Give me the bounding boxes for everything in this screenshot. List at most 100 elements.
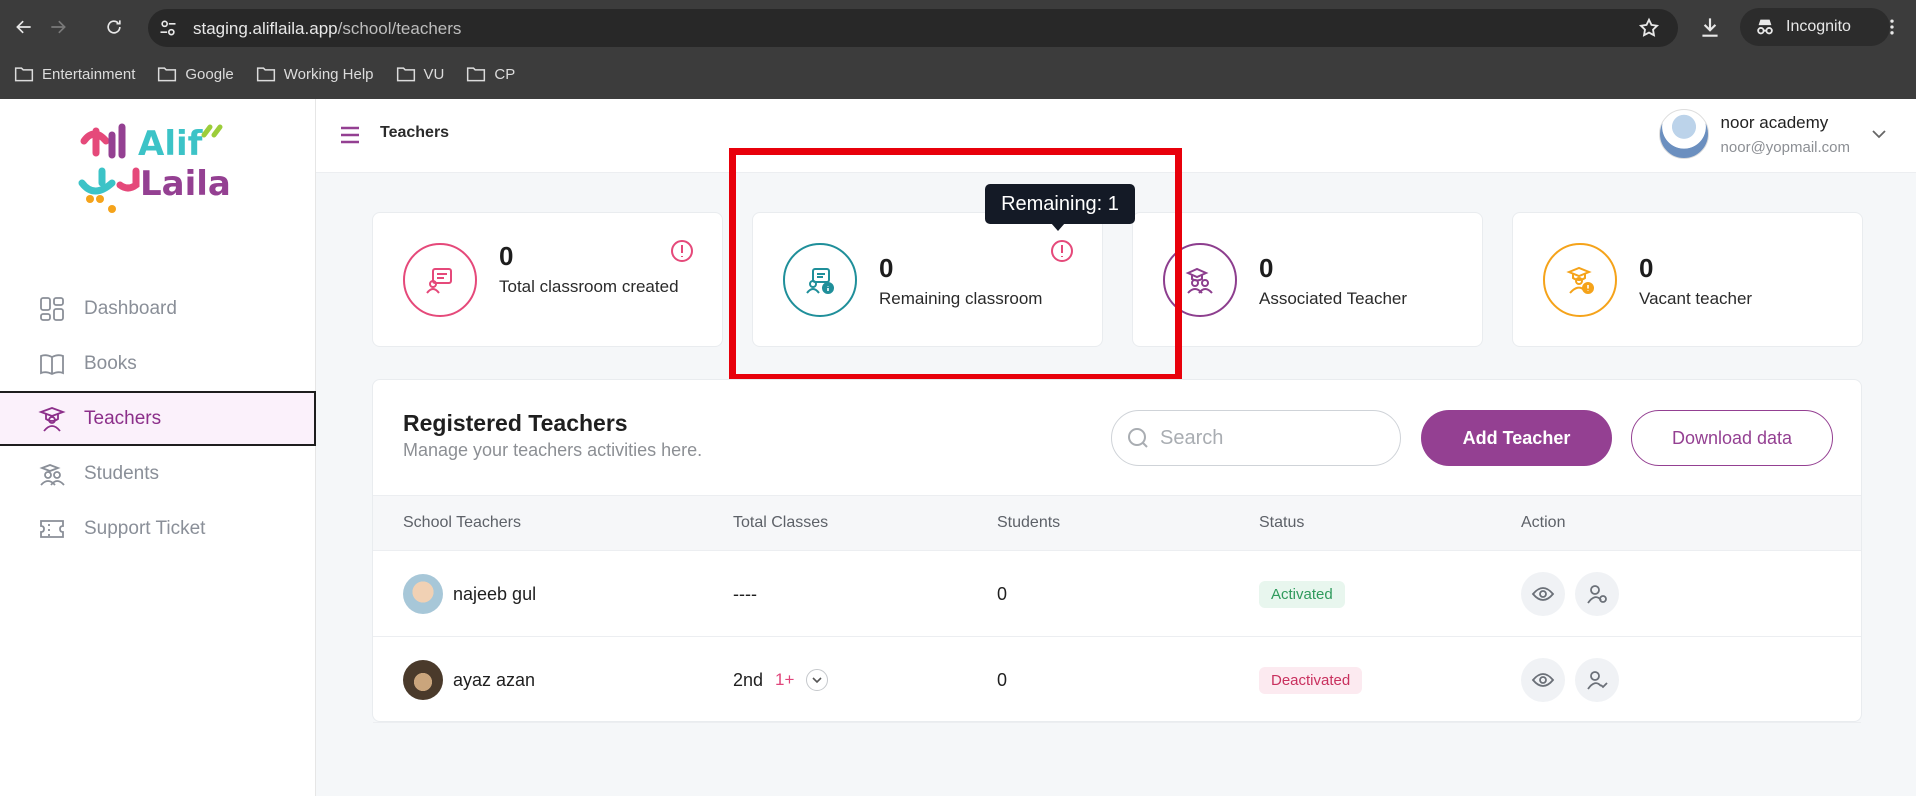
- stat-label: Vacant teacher: [1639, 289, 1753, 308]
- incognito-indicator[interactable]: Incognito: [1740, 8, 1890, 46]
- teacher-name: najeeb gul: [453, 583, 537, 604]
- user-info: noor academy noor@yopmail.com: [1721, 113, 1850, 156]
- browser-chrome: staging.aliflaila.app/school/teachers In…: [0, 0, 1916, 99]
- dashboard-icon: [40, 296, 64, 321]
- search-icon: [1128, 428, 1148, 448]
- stat-label: Remaining classroom: [879, 289, 1043, 308]
- stat-value: 0: [499, 241, 514, 271]
- bookmarks-bar: Entertainment Google Working Help VU CP: [0, 58, 537, 90]
- stat-value: 0: [879, 253, 894, 283]
- avatar: [403, 574, 443, 614]
- download-data-button[interactable]: Download data: [1631, 410, 1833, 466]
- search-input[interactable]: [1160, 426, 1360, 450]
- menu-icon[interactable]: [340, 126, 360, 144]
- bookmark-folder[interactable]: Google: [157, 65, 234, 83]
- alif-laila-logo[interactable]: Alif Laila: [76, 113, 236, 219]
- sidebar-item-label: Teachers: [84, 407, 162, 429]
- status-cell: Activated: [1259, 551, 1345, 637]
- folder-icon: [158, 67, 177, 82]
- book-icon: [40, 353, 64, 375]
- stat-card-associated-teacher: 0 Associated Teacher: [1132, 212, 1483, 347]
- sidebar-item-students[interactable]: Students: [0, 446, 316, 501]
- url-host: staging.aliflaila.app: [193, 19, 338, 38]
- status-badge: Activated: [1259, 580, 1345, 608]
- bookmark-folder[interactable]: VU: [396, 65, 445, 83]
- remaining-tooltip: Remaining: 1: [985, 184, 1135, 231]
- expand-classes-button[interactable]: [806, 669, 829, 691]
- view-button[interactable]: [1521, 658, 1565, 702]
- reload-button[interactable]: [100, 13, 128, 41]
- students-cell: 0: [997, 669, 1008, 690]
- classroom-icon-circle: [783, 243, 857, 317]
- sidebar-item-support-ticket[interactable]: Support Ticket: [0, 501, 316, 556]
- section-subtitle: Manage your teachers activities here.: [403, 440, 703, 460]
- view-button[interactable]: [1521, 572, 1565, 616]
- download-icon[interactable]: [1697, 14, 1723, 40]
- vacant-icon-circle: [1543, 243, 1617, 317]
- chevron-down-icon[interactable]: [1870, 125, 1888, 143]
- sidebar-item-label: Dashboard: [84, 297, 177, 319]
- url-path: /school/teachers: [337, 19, 462, 38]
- url-text: staging.aliflaila.app/school/teachers: [193, 19, 461, 39]
- forward-button[interactable]: [44, 13, 72, 41]
- classes-cell: ----: [733, 583, 757, 604]
- incognito-icon: [1757, 19, 1773, 35]
- teacher-icon-circle: [1163, 243, 1237, 317]
- action-cell: [1521, 637, 1629, 723]
- column-header: Action: [1521, 514, 1566, 531]
- bookmark-label: Google: [185, 65, 234, 83]
- reload-icon: [107, 20, 121, 34]
- incognito-label: Incognito: [1786, 18, 1851, 35]
- user-check-button[interactable]: [1575, 658, 1619, 702]
- action-cell: [1521, 551, 1629, 637]
- vacant-teacher-icon: [1566, 266, 1594, 294]
- more-menu-icon[interactable]: [1882, 14, 1902, 40]
- column-header: Students: [997, 514, 1061, 531]
- bookmark-folder[interactable]: Entertainment: [14, 65, 135, 83]
- sidebar-item-books[interactable]: Books: [0, 336, 316, 391]
- user-settings-button[interactable]: [1575, 572, 1619, 616]
- stat-card-remaining-classroom: 0 Remaining classroom: [752, 212, 1103, 347]
- stat-label: Total classroom created: [499, 277, 679, 296]
- column-header: Status: [1259, 514, 1305, 531]
- search-box[interactable]: [1111, 410, 1401, 466]
- stat-value: 0: [1639, 253, 1654, 283]
- eye-icon: [1531, 673, 1555, 687]
- students-cell: 0: [997, 583, 1008, 604]
- classroom-info-icon: [806, 268, 834, 294]
- column-header: Total Classes: [733, 514, 829, 531]
- site-settings-icon[interactable]: [158, 18, 178, 38]
- app-header: Teachers noor academy noor@yopmail.com: [316, 99, 1916, 173]
- bookmark-label: Working Help: [283, 65, 374, 83]
- bookmark-star-icon[interactable]: [1638, 17, 1660, 39]
- user-check-icon: [1587, 671, 1608, 690]
- address-bar[interactable]: staging.aliflaila.app/school/teachers: [148, 9, 1678, 47]
- teacher-name: ayaz azan: [453, 669, 536, 690]
- avatar: [403, 660, 443, 700]
- user-profile[interactable]: noor academy noor@yopmail.com: [1658, 109, 1888, 159]
- back-button[interactable]: [10, 13, 38, 41]
- sidebar-item-teachers[interactable]: Teachers: [0, 391, 316, 446]
- more-classes-count: 1+: [775, 670, 795, 689]
- table-header: School Teachers Total Classes Students S…: [373, 495, 1861, 551]
- stat-card-total-classroom: 0 Total classroom created: [372, 212, 723, 347]
- add-teacher-button[interactable]: Add Teacher: [1421, 410, 1612, 466]
- teacher-group-icon: [1185, 267, 1213, 294]
- bookmark-folder[interactable]: Working Help: [256, 65, 374, 83]
- bookmark-label: VU: [423, 65, 445, 83]
- user-settings-icon: [1587, 585, 1607, 604]
- bookmark-folder[interactable]: CP: [466, 65, 515, 83]
- sidebar-nav: Dashboard Books Teachers Students Suppor…: [0, 281, 316, 556]
- table-row: ayaz azan 2nd 1+ 0 Deactivated: [373, 637, 1861, 723]
- registered-teachers-panel: Registered Teachers Manage your teachers…: [372, 379, 1862, 723]
- classes-cell: 2nd 1+: [733, 637, 829, 723]
- section-title: Registered Teachers: [403, 410, 628, 436]
- folder-icon: [256, 67, 275, 82]
- svg-text:Laila: Laila: [140, 164, 231, 204]
- bookmark-label: CP: [494, 65, 516, 83]
- info-icon[interactable]: [670, 239, 694, 263]
- sidebar-item-dashboard[interactable]: Dashboard: [0, 281, 316, 336]
- avatar: [1658, 109, 1709, 159]
- info-icon[interactable]: [1050, 239, 1074, 263]
- teacher-icon: [38, 406, 66, 432]
